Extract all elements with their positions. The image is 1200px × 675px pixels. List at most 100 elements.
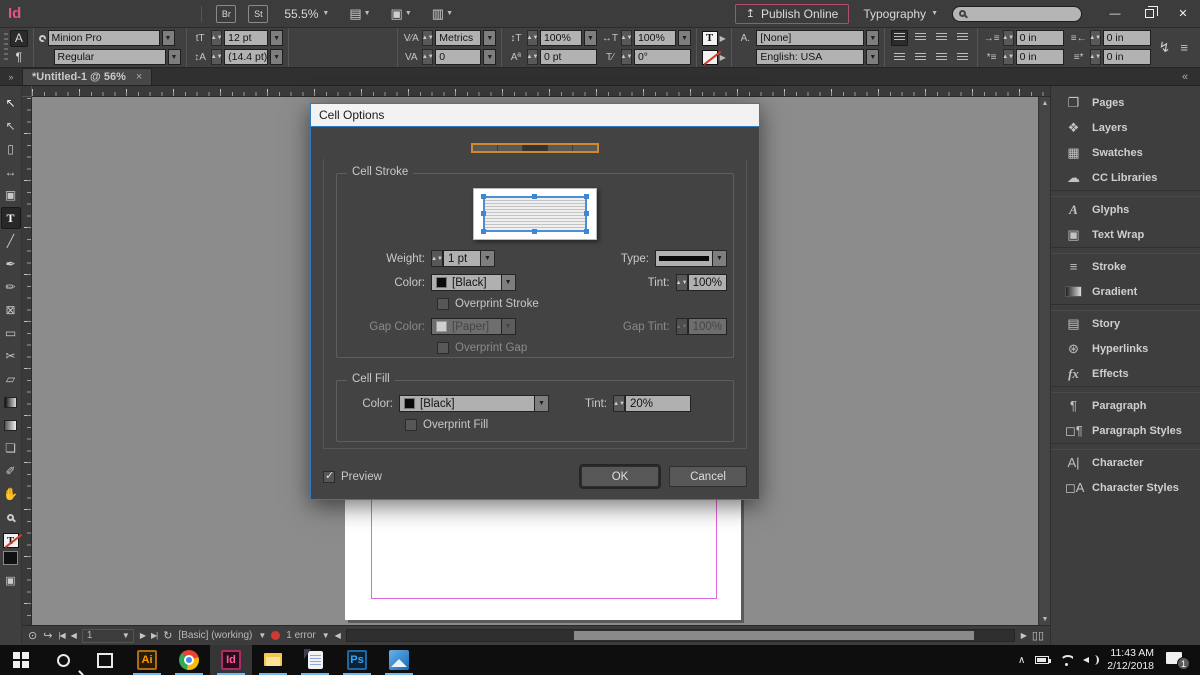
leading-field[interactable]: (14.4 pt) [224,49,268,65]
weight-dropdown[interactable]: ▼ [481,250,495,267]
overprint-stroke-checkbox[interactable] [437,298,449,310]
illustrator-icon[interactable]: Ai [126,645,168,675]
panel-item-hyperlinks[interactable]: ⊛ Hyperlinks [1051,336,1200,361]
align-left-button[interactable] [891,30,908,46]
stroke-type-field[interactable] [655,250,713,267]
document-app-icon[interactable] [294,645,336,675]
error-count[interactable]: 1 error [286,630,315,641]
panel-item-swatches[interactable]: ▦ Swatches [1051,140,1200,165]
justify-all-button[interactable] [933,50,950,66]
indesign-icon[interactable]: Id [210,645,252,675]
battery-icon[interactable] [1035,656,1049,664]
tools-panel-expand-icon[interactable]: » [0,72,22,85]
justify-center-button[interactable] [891,50,908,66]
indent-right-stepper[interactable]: ▲▼ [1090,30,1101,46]
minimize-button[interactable]: — [1098,0,1132,28]
tint-field[interactable]: 100% [688,274,727,291]
photoshop-icon[interactable]: Ps [336,645,378,675]
panel-item[interactable] [1051,304,1200,311]
chrome-icon[interactable] [168,645,210,675]
font-size-stepper[interactable]: ▲▼ [211,30,222,46]
ruler-origin[interactable] [22,86,32,97]
tab-strokes-and-fills[interactable] [523,145,548,151]
panel-item-glyphs[interactable]: A Glyphs [1051,197,1200,222]
font-style-dropdown[interactable]: ▼ [168,49,181,65]
zoom-tool[interactable] [1,506,21,528]
fill-color-field[interactable]: [Black] [399,395,535,412]
volume-icon[interactable] [1083,654,1097,666]
stroke-type-dropdown[interactable]: ▼ [713,250,727,267]
panel-item-layers[interactable]: ❖ Layers [1051,115,1200,140]
panel-item-character-styles[interactable]: ◻A Character Styles [1051,475,1200,500]
indent-first-field[interactable]: 0 in [1016,49,1064,65]
panel-item-stroke[interactable]: ≡ Stroke [1051,254,1200,279]
close-button[interactable]: ✕ [1166,0,1200,28]
direct-selection-tool[interactable]: ↖ [1,115,21,137]
panel-menu-icon[interactable]: ≡ [1178,40,1190,55]
baseline-shift-field[interactable]: 0 pt [540,49,597,65]
align-center-button[interactable] [912,30,929,46]
spread-view-icon[interactable]: ▯▯ [1032,629,1044,642]
panel-item-gradient[interactable]: Gradient [1051,279,1200,304]
gradient-tool[interactable] [1,391,21,413]
indent-first-stepper[interactable]: ▲▼ [1003,49,1014,65]
stock-button[interactable]: St [248,5,268,23]
panel-item-cc-libraries[interactable]: ☁ CC Libraries [1051,165,1200,190]
page-number-field[interactable]: 1 ▼ [82,629,134,643]
panel-item-text-wrap[interactable]: ▣ Text Wrap [1051,222,1200,247]
indent-last-field[interactable]: 0 in [1103,49,1151,65]
weight-field[interactable]: 1 pt [443,250,481,267]
start-button[interactable] [0,645,42,675]
pencil-tool[interactable]: ✏ [1,276,21,298]
horizontal-ruler[interactable] [32,86,1050,97]
paragraph-formatting-button[interactable]: ¶ [10,49,28,66]
scissors-tool[interactable]: ✂ [1,345,21,367]
preflight-profile[interactable]: [Basic] (working) [178,630,252,641]
indent-left-field[interactable]: 0 in [1016,30,1064,46]
panel-item-paragraph[interactable]: ¶ Paragraph [1051,393,1200,418]
first-page-button[interactable]: |◀ [58,631,64,640]
page-tool[interactable]: ▯ [1,138,21,160]
align-right-button[interactable] [933,30,950,46]
search-input[interactable] [952,6,1082,22]
language-field[interactable]: English: USA [756,49,864,65]
tracking-stepper[interactable]: ▲▼ [422,49,433,65]
scrollbar-thumb[interactable] [574,631,974,640]
font-size-field[interactable]: 12 pt [224,30,268,46]
apply-color-swatch[interactable] [3,551,18,565]
arrange-documents-button[interactable]: ▥ ▼ [432,6,453,22]
view-options-button[interactable]: ▤ ▼ [349,6,370,22]
baseline-shift-stepper[interactable]: ▲▼ [527,49,538,65]
preflight-panel-icon[interactable]: ⊙ [28,629,37,642]
tab-rows-and-columns[interactable] [548,145,573,151]
note-tool[interactable]: ❏ [1,437,21,459]
action-center-icon[interactable]: 1 [1164,650,1190,670]
panel-item-story[interactable]: ▤ Story [1051,311,1200,336]
export-icon[interactable]: ↪ [43,629,52,642]
publish-online-button[interactable]: ↥ Publish Online [735,4,850,24]
search-button[interactable] [42,645,84,675]
panel-item-pages[interactable]: ❐ Pages [1051,90,1200,115]
pen-tool[interactable]: ✒ [1,253,21,275]
screen-mode-button[interactable]: ▣ ▼ [391,6,412,22]
panel-item[interactable] [1051,386,1200,393]
screen-mode-icon[interactable]: ▣ [5,574,15,587]
document-status-icon[interactable]: ↻ [163,629,172,642]
chevron-down-icon[interactable]: ▼ [258,631,265,640]
stroke-color-dropdown[interactable]: ▼ [502,274,516,291]
free-transform-tool[interactable]: ▱ [1,368,21,390]
stroke-color-field[interactable]: [Black] [431,274,502,291]
fill-color-dropdown[interactable]: ▼ [535,395,549,412]
tab-text[interactable] [473,145,498,151]
overprint-fill-checkbox[interactable] [405,419,417,431]
wifi-icon[interactable] [1059,655,1073,666]
photos-app-icon[interactable] [378,645,420,675]
document-tab[interactable]: *Untitled-1 @ 56% × [22,68,152,85]
panel-item[interactable] [1051,190,1200,197]
close-tab-icon[interactable]: × [136,71,142,83]
justify-right-button[interactable] [912,50,929,66]
vertical-scale-field[interactable]: 100% [540,30,582,46]
proxy-cell-strokes[interactable] [483,196,587,232]
rectangle-tool[interactable]: ▭ [1,322,21,344]
character-style-dropdown[interactable]: ▼ [866,30,879,46]
